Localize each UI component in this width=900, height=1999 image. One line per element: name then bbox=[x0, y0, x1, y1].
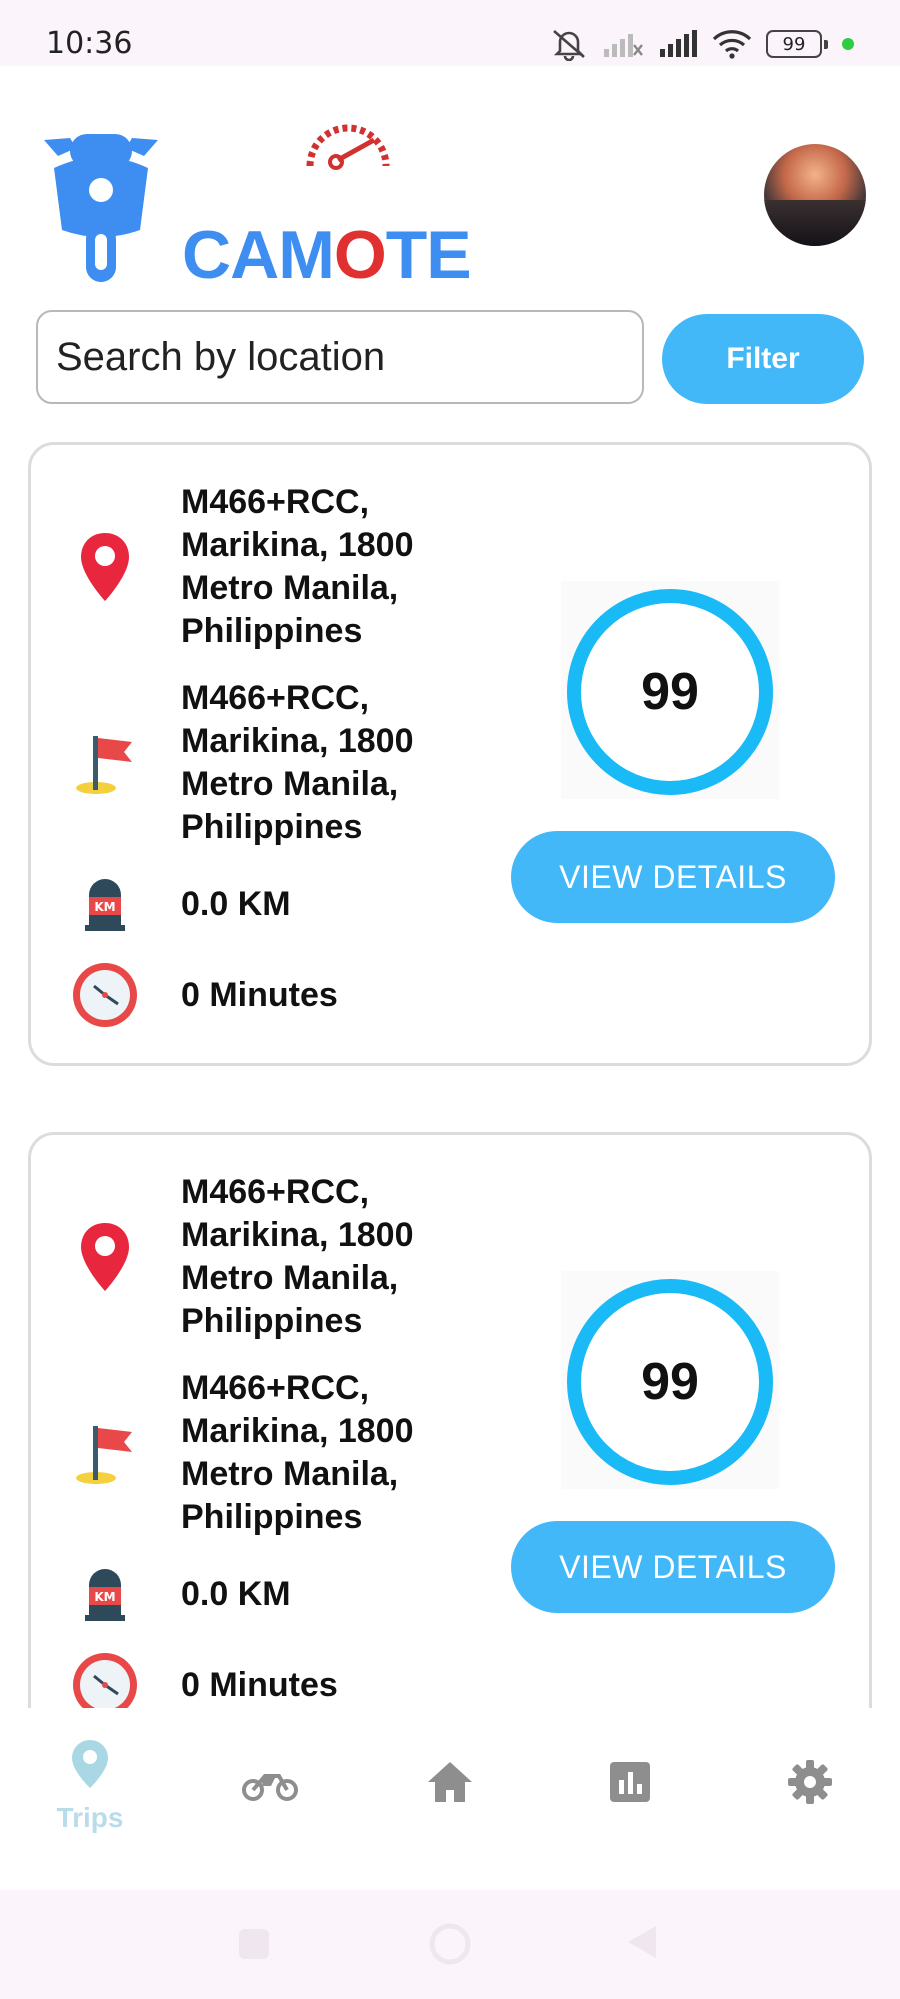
recents-icon[interactable] bbox=[236, 1926, 272, 1962]
flag-icon bbox=[59, 1420, 151, 1486]
app-logo: CAMOTE bbox=[36, 116, 472, 293]
location-pin-icon bbox=[59, 531, 151, 603]
trip-distance-row: KM 0.0 KM bbox=[59, 873, 481, 935]
status-bar: 10:36 99 bbox=[0, 0, 900, 66]
svg-text:KM: KM bbox=[94, 900, 115, 914]
trip-end-row: M466+RCC, Marikina, 1800 Metro Manila, P… bbox=[59, 1367, 481, 1539]
status-time: 10:36 bbox=[46, 26, 133, 61]
privacy-dot bbox=[842, 38, 854, 50]
back-icon[interactable] bbox=[624, 1922, 660, 1962]
battery-indicator: 99 bbox=[766, 30, 828, 58]
trip-end-address: M466+RCC, Marikina, 1800 Metro Manila, P… bbox=[181, 679, 414, 846]
nav-item-settings[interactable] bbox=[750, 1738, 870, 1858]
wifi-icon bbox=[712, 30, 752, 59]
trip-start-row: M466+RCC, Marikina, 1800 Metro Manila, P… bbox=[59, 481, 481, 653]
score-ring: 99 bbox=[567, 589, 773, 795]
view-details-button[interactable]: VIEW DETAILS bbox=[511, 1521, 835, 1613]
score-value: 99 bbox=[641, 1353, 699, 1411]
system-nav-bar bbox=[0, 1890, 900, 1999]
signal-icon bbox=[660, 30, 697, 57]
location-pin-icon bbox=[72, 1740, 108, 1788]
app-header: CAMOTE bbox=[0, 66, 900, 296]
trip-distance: 0.0 KM bbox=[181, 884, 291, 923]
muted-bell-icon bbox=[553, 30, 585, 61]
scooter-logo-icon bbox=[44, 134, 158, 282]
safety-score: 99 bbox=[561, 1271, 779, 1489]
bottom-nav: Trips bbox=[0, 1708, 900, 1890]
search-row: Filter bbox=[36, 310, 864, 404]
status-icons: 99 bbox=[550, 24, 854, 64]
location-pin-icon bbox=[59, 1221, 151, 1293]
svg-text:KM: KM bbox=[94, 1590, 115, 1604]
clock-icon bbox=[59, 1650, 151, 1708]
trip-duration-row: 0 Minutes bbox=[59, 1647, 481, 1708]
score-value: 99 bbox=[641, 663, 699, 721]
nav-item-rides[interactable] bbox=[210, 1738, 330, 1858]
trip-duration-row: 0 Minutes bbox=[59, 957, 481, 1033]
filter-button[interactable]: Filter bbox=[662, 314, 864, 404]
trip-duration: 0 Minutes bbox=[181, 1665, 338, 1704]
trip-distance: 0.0 KM bbox=[181, 1574, 291, 1613]
trip-end-address: M466+RCC, Marikina, 1800 Metro Manila, P… bbox=[181, 1369, 414, 1536]
profile-avatar[interactable] bbox=[764, 144, 866, 246]
speedometer-logo-icon bbox=[306, 124, 390, 170]
motorcycle-icon bbox=[242, 1774, 298, 1801]
trip-card: M466+RCC, Marikina, 1800 Metro Manila, P… bbox=[28, 442, 872, 1066]
flag-icon bbox=[59, 730, 151, 796]
home-icon bbox=[428, 1762, 472, 1802]
home-circle-icon[interactable] bbox=[428, 1922, 472, 1966]
trip-duration: 0 Minutes bbox=[181, 975, 338, 1014]
view-details-button[interactable]: VIEW DETAILS bbox=[511, 831, 835, 923]
trip-end-row: M466+RCC, Marikina, 1800 Metro Manila, P… bbox=[59, 677, 481, 849]
trip-start-row: M466+RCC, Marikina, 1800 Metro Manila, P… bbox=[59, 1171, 481, 1343]
logo-wordmark: CAMOTE bbox=[182, 217, 472, 293]
bar-chart-icon bbox=[610, 1762, 650, 1802]
trip-distance-row: KM 0.0 KM bbox=[59, 1563, 481, 1625]
clock-icon bbox=[59, 960, 151, 1030]
search-input[interactable] bbox=[36, 310, 644, 404]
km-marker-icon: KM bbox=[59, 1565, 151, 1623]
nav-item-home[interactable] bbox=[390, 1738, 510, 1858]
km-marker-icon: KM bbox=[59, 875, 151, 933]
score-ring: 99 bbox=[567, 1279, 773, 1485]
gear-icon bbox=[788, 1760, 832, 1804]
nav-item-stats[interactable] bbox=[570, 1738, 690, 1858]
nav-item-trips[interactable]: Trips bbox=[30, 1738, 150, 1858]
trip-start-address: M466+RCC, Marikina, 1800 Metro Manila, P… bbox=[181, 483, 414, 650]
trip-list[interactable]: M466+RCC, Marikina, 1800 Metro Manila, P… bbox=[28, 442, 872, 1708]
safety-score: 99 bbox=[561, 581, 779, 799]
trip-start-address: M466+RCC, Marikina, 1800 Metro Manila, P… bbox=[181, 1173, 414, 1340]
nav-label-trips: Trips bbox=[56, 1802, 124, 1833]
trip-card: M466+RCC, Marikina, 1800 Metro Manila, P… bbox=[28, 1132, 872, 1708]
signal-weak-icon bbox=[604, 34, 643, 57]
